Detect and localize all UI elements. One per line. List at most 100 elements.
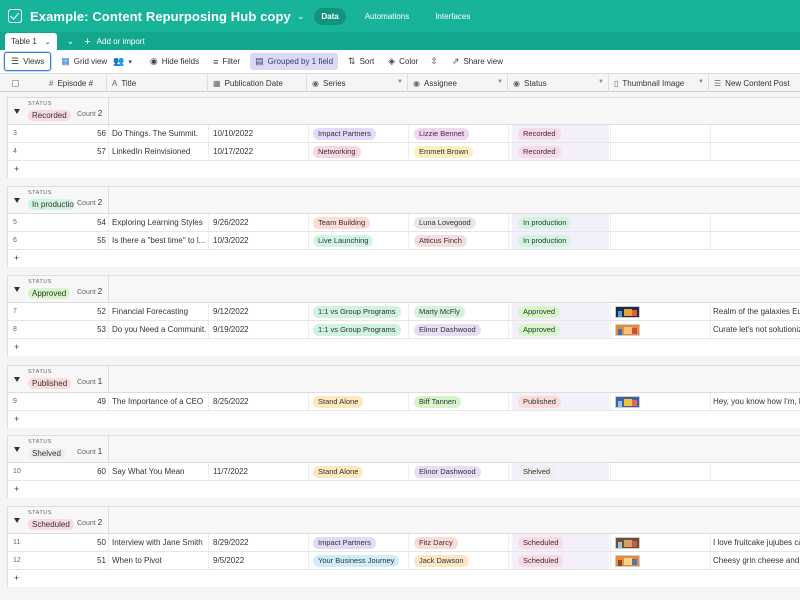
table-row[interactable]: 3 56 Do Things. The Summit. 10/10/2022 Impac… bbox=[8, 125, 800, 143]
thumbnail-cell[interactable] bbox=[613, 125, 703, 142]
plus-icon[interactable]: + bbox=[14, 573, 19, 583]
new-content-post-cell[interactable]: Realm of the galaxies Euc... bbox=[713, 303, 800, 320]
series-cell[interactable]: Team Building bbox=[311, 214, 407, 231]
title-cell[interactable]: Is there a "best time" to l... bbox=[112, 232, 206, 249]
group-header[interactable]: STATUS In production Count 2 bbox=[8, 187, 800, 214]
series-cell[interactable]: Impact Partners bbox=[311, 534, 407, 551]
table-row[interactable]: 4 57 LinkedIn Reinvisioned 10/17/2022 Networ… bbox=[8, 143, 800, 161]
title-cell[interactable]: When to Pivot bbox=[112, 552, 206, 569]
assignee-cell[interactable]: Atticus Finch bbox=[412, 232, 508, 249]
chevron-down-icon[interactable]: ▼ bbox=[698, 79, 704, 85]
plus-icon[interactable]: + bbox=[14, 484, 19, 494]
table-row[interactable]: 11 50 Interview with Jane Smith 8/29/2022 Im… bbox=[8, 534, 800, 552]
publication-date-cell[interactable]: 10/17/2022 bbox=[213, 143, 303, 160]
table-tab[interactable]: Table 1 ⌄ bbox=[5, 33, 57, 50]
share-view-button[interactable]: ⇗ Share view bbox=[452, 56, 503, 67]
sort-button[interactable]: ⇅ Sort bbox=[348, 56, 374, 67]
thumbnail-cell[interactable] bbox=[613, 303, 703, 320]
title-cell[interactable]: Interview with Jane Smith bbox=[112, 534, 206, 551]
table-row[interactable]: 9 49 The Importance of a CEO ... 8/25/2022 S… bbox=[8, 393, 800, 411]
column-header-title[interactable]: A Title bbox=[107, 74, 208, 92]
column-header-episode[interactable]: # Episode # bbox=[44, 74, 107, 92]
publication-date-cell[interactable]: 9/12/2022 bbox=[213, 303, 303, 320]
column-header-publication-date[interactable]: ▦ Publication Date bbox=[208, 74, 307, 92]
thumbnail-cell[interactable] bbox=[613, 214, 703, 231]
publication-date-cell[interactable]: 10/3/2022 bbox=[213, 232, 303, 249]
thumbnail-cell[interactable] bbox=[613, 143, 703, 160]
new-content-post-cell[interactable] bbox=[713, 125, 800, 142]
thumbnail-cell[interactable] bbox=[613, 534, 703, 551]
chevron-down-icon[interactable]: ⌄ bbox=[297, 11, 305, 22]
add-record-row[interactable]: + bbox=[8, 161, 800, 178]
status-cell[interactable]: Shelved bbox=[512, 463, 609, 480]
status-cell[interactable]: In production bbox=[512, 232, 609, 249]
assignee-cell[interactable]: Fitz Darcy bbox=[412, 534, 508, 551]
new-content-post-cell[interactable]: Curate let's not solutioniz... bbox=[713, 321, 800, 338]
add-record-row[interactable]: + bbox=[8, 411, 800, 428]
thumbnail-image[interactable] bbox=[615, 323, 640, 336]
thumbnail-image[interactable] bbox=[615, 554, 640, 567]
column-header-assignee[interactable]: ◉ Assignee ▼ bbox=[408, 74, 508, 92]
group-header[interactable]: STATUS Shelved Count 1 bbox=[8, 436, 800, 463]
status-cell[interactable]: Scheduled bbox=[512, 534, 609, 551]
chevron-down-icon[interactable]: ▼ bbox=[598, 79, 604, 85]
episode-cell[interactable]: 60 bbox=[68, 463, 106, 480]
add-record-row[interactable]: + bbox=[8, 570, 800, 587]
title-cell[interactable]: LinkedIn Reinvisioned bbox=[112, 143, 206, 160]
episode-cell[interactable]: 51 bbox=[68, 552, 106, 569]
add-record-row[interactable]: + bbox=[8, 339, 800, 356]
publication-date-cell[interactable]: 10/10/2022 bbox=[213, 125, 303, 142]
chevron-down-icon[interactable]: ▼ bbox=[397, 79, 403, 85]
column-header-status[interactable]: ◉ Status ▼ bbox=[508, 74, 609, 92]
plus-icon[interactable]: + bbox=[14, 342, 19, 352]
series-cell[interactable]: 1:1 vs Group Programs bbox=[311, 303, 407, 320]
assignee-cell[interactable]: Luna Lovegood bbox=[412, 214, 508, 231]
thumbnail-image[interactable] bbox=[615, 536, 640, 549]
table-row[interactable]: 8 53 Do you Need a Communit... 9/19/2022 1:1… bbox=[8, 321, 800, 339]
episode-cell[interactable]: 49 bbox=[68, 393, 106, 410]
table-row[interactable]: 10 60 Say What You Mean 11/7/2022 Stand Alon… bbox=[8, 463, 800, 481]
chevron-down-icon[interactable]: ▼ bbox=[497, 79, 503, 85]
table-row[interactable]: 6 55 Is there a "best time" to l... 10/3/20… bbox=[8, 232, 800, 250]
hide-fields-button[interactable]: ◉ Hide fields bbox=[150, 56, 199, 67]
thumbnail-image[interactable] bbox=[615, 395, 640, 408]
checkbox-icon[interactable] bbox=[8, 9, 22, 23]
new-content-post-cell[interactable] bbox=[713, 463, 800, 480]
group-header[interactable]: STATUS Recorded Count 2 bbox=[8, 98, 800, 125]
collapse-triangle-icon[interactable] bbox=[14, 377, 20, 382]
thumbnail-cell[interactable] bbox=[613, 463, 703, 480]
views-button[interactable]: ☰ Views bbox=[4, 52, 52, 71]
publication-date-cell[interactable]: 8/29/2022 bbox=[213, 534, 303, 551]
status-cell[interactable]: In production bbox=[512, 214, 609, 231]
series-cell[interactable]: Networking bbox=[311, 143, 407, 160]
column-header-thumbnail[interactable]: ▯ Thumbnail Image ▼ bbox=[609, 74, 709, 92]
chevron-down-icon[interactable]: ⌄ bbox=[67, 33, 75, 50]
nav-tab-data[interactable]: Data bbox=[314, 7, 346, 25]
publication-date-cell[interactable]: 9/19/2022 bbox=[213, 321, 303, 338]
assignee-cell[interactable]: Marty McFly bbox=[412, 303, 508, 320]
publication-date-cell[interactable]: 9/26/2022 bbox=[213, 214, 303, 231]
status-cell[interactable]: Scheduled bbox=[512, 552, 609, 569]
new-content-post-cell[interactable] bbox=[713, 143, 800, 160]
collapse-triangle-icon[interactable] bbox=[14, 287, 20, 292]
row-height-button[interactable]: ⇳ bbox=[430, 56, 442, 67]
new-content-post-cell[interactable] bbox=[713, 232, 800, 249]
status-cell[interactable]: Recorded bbox=[512, 125, 609, 142]
title-cell[interactable]: Do you Need a Communit... bbox=[112, 321, 206, 338]
episode-cell[interactable]: 52 bbox=[68, 303, 106, 320]
table-row[interactable]: 5 54 Exploring Learning Styles 9/26/2022 Tea… bbox=[8, 214, 800, 232]
publication-date-cell[interactable]: 8/25/2022 bbox=[213, 393, 303, 410]
add-or-import-button[interactable]: + Add or import bbox=[84, 33, 144, 50]
status-cell[interactable]: Approved bbox=[512, 321, 609, 338]
grid-view-button[interactable]: ▦ Grid view 👥 ▾ bbox=[61, 56, 136, 67]
assignee-cell[interactable]: Elinor Dashwood bbox=[412, 321, 508, 338]
base-title[interactable]: Example: Content Repurposing Hub copy bbox=[30, 9, 291, 24]
assignee-cell[interactable]: Elinor Dashwood bbox=[412, 463, 508, 480]
group-header[interactable]: STATUS Approved Count 2 bbox=[8, 276, 800, 303]
table-row[interactable]: 7 52 Financial Forecasting 9/12/2022 1:1 vs … bbox=[8, 303, 800, 321]
group-button[interactable]: ▤ Grouped by 1 field bbox=[250, 53, 339, 70]
filter-button[interactable]: ≡ Filter bbox=[213, 57, 240, 67]
status-cell[interactable]: Recorded bbox=[512, 143, 609, 160]
series-cell[interactable]: Stand Alone bbox=[311, 463, 407, 480]
series-cell[interactable]: Your Business Journey bbox=[311, 552, 407, 569]
